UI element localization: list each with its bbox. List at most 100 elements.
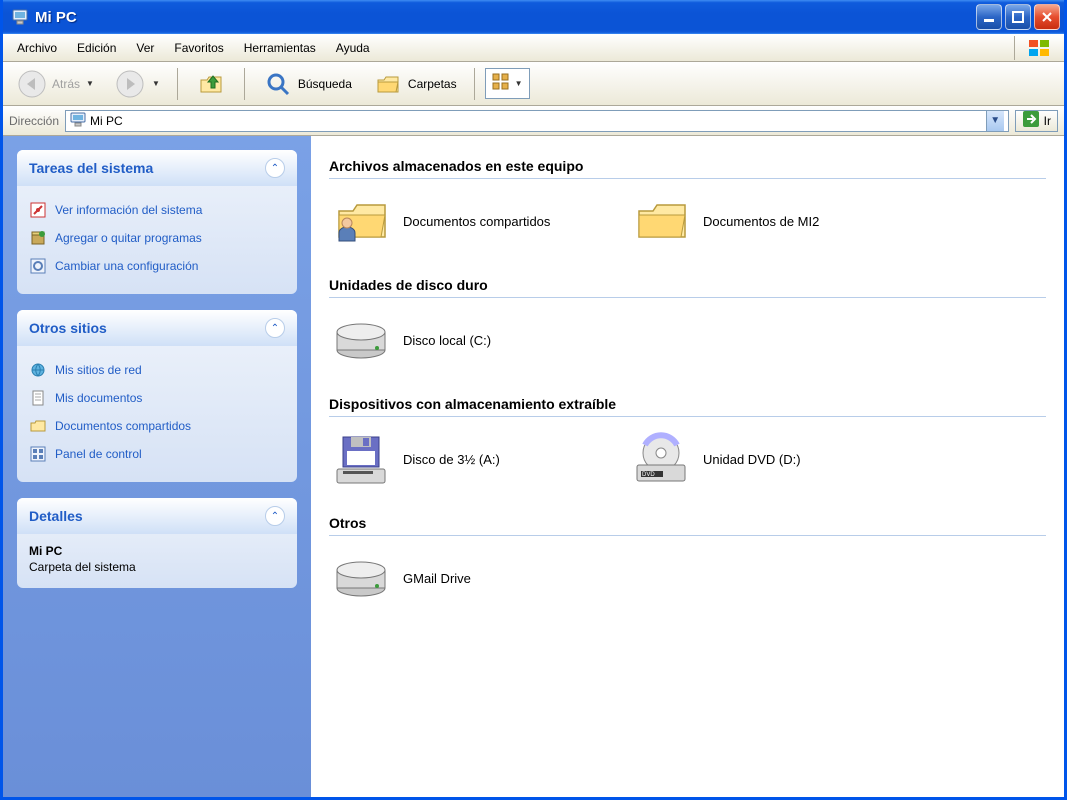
toolbar: Atrás ▼ ▼ Búsqueda Carpetas — [3, 62, 1064, 106]
search-label: Búsqueda — [298, 77, 352, 91]
task-label: Mis documentos — [55, 391, 142, 405]
menu-edicion[interactable]: Edición — [67, 37, 126, 59]
task-pane: Tareas del sistema ⌃ Ver información del… — [3, 136, 311, 797]
menubar: Archivo Edición Ver Favoritos Herramient… — [3, 34, 1064, 62]
task-label: Ver información del sistema — [55, 203, 202, 217]
panel-other-places: Otros sitios ⌃ Mis sitios de red Mis doc… — [17, 310, 297, 482]
menu-archivo[interactable]: Archivo — [7, 37, 67, 59]
task-control-panel[interactable]: Panel de control — [29, 440, 285, 468]
dvd-icon: DVD — [633, 431, 689, 487]
task-system-info[interactable]: Ver información del sistema — [29, 196, 285, 224]
explorer-window: Mi PC Archivo Edición Ver Favoritos Herr… — [0, 0, 1067, 800]
collapse-icon[interactable]: ⌃ — [265, 158, 285, 178]
item-local-disk-c[interactable]: Disco local (C:) — [329, 306, 629, 374]
go-label: Ir — [1044, 114, 1051, 128]
titlebar[interactable]: Mi PC — [3, 0, 1064, 34]
details-name: Mi PC — [29, 544, 285, 558]
views-icon — [492, 73, 510, 94]
toolbar-separator — [474, 68, 475, 100]
window-title: Mi PC — [35, 9, 976, 26]
forward-arrow-icon — [114, 68, 146, 100]
task-label: Cambiar una configuración — [55, 259, 198, 273]
shared-folder-icon — [333, 193, 389, 249]
mypc-icon — [70, 111, 86, 130]
toolbar-separator — [177, 68, 178, 100]
hdd-icon — [333, 550, 389, 606]
panel-header[interactable]: Otros sitios ⌃ — [17, 310, 297, 346]
chevron-down-icon: ▼ — [152, 79, 160, 88]
menu-ayuda[interactable]: Ayuda — [326, 37, 380, 59]
address-value: Mi PC — [90, 114, 982, 128]
details-type: Carpeta del sistema — [29, 560, 285, 574]
panel-title: Detalles — [29, 508, 83, 524]
item-floppy-a[interactable]: Disco de 3½ (A:) — [329, 425, 629, 493]
back-arrow-icon — [16, 68, 48, 100]
box-icon — [29, 229, 47, 247]
panel-details: Detalles ⌃ Mi PC Carpeta del sistema — [17, 498, 297, 588]
address-dropdown[interactable]: ▼ — [986, 111, 1004, 131]
up-button[interactable] — [188, 64, 234, 104]
minimize-button[interactable] — [976, 4, 1002, 30]
panel-title: Tareas del sistema — [29, 160, 153, 176]
go-button[interactable]: Ir — [1015, 110, 1058, 132]
item-gmail-drive[interactable]: GMail Drive — [329, 544, 629, 612]
folders-icon — [372, 68, 404, 100]
item-label: Documentos compartidos — [403, 214, 550, 229]
info-icon — [29, 201, 47, 219]
menu-herramientas[interactable]: Herramientas — [234, 37, 326, 59]
search-icon — [262, 68, 294, 100]
doc-icon — [29, 389, 47, 407]
go-arrow-icon — [1022, 110, 1040, 131]
item-label: Documentos de MI2 — [703, 214, 819, 229]
panel-icon — [29, 445, 47, 463]
views-button[interactable]: ▼ — [485, 68, 530, 99]
back-label: Atrás — [52, 77, 80, 91]
task-label: Agregar o quitar programas — [55, 231, 202, 245]
task-my-documents[interactable]: Mis documentos — [29, 384, 285, 412]
task-change-setting[interactable]: Cambiar una configuración — [29, 252, 285, 280]
collapse-icon[interactable]: ⌃ — [265, 318, 285, 338]
panel-header[interactable]: Tareas del sistema ⌃ — [17, 150, 297, 186]
group-header: Dispositivos con almacenamiento extraíbl… — [329, 390, 1046, 417]
folders-label: Carpetas — [408, 77, 457, 91]
content-area: Archivos almacenados en este equipo Docu… — [311, 136, 1064, 797]
address-field[interactable]: Mi PC ▼ — [65, 110, 1009, 132]
forward-button[interactable]: ▼ — [107, 64, 167, 104]
group-header: Otros — [329, 509, 1046, 536]
hdd-icon — [333, 312, 389, 368]
maximize-button[interactable] — [1005, 4, 1031, 30]
gear-icon — [29, 257, 47, 275]
menu-ver[interactable]: Ver — [126, 37, 164, 59]
task-label: Mis sitios de red — [55, 363, 142, 377]
item-label: Disco local (C:) — [403, 333, 491, 348]
task-add-remove-programs[interactable]: Agregar o quitar programas — [29, 224, 285, 252]
panel-header[interactable]: Detalles ⌃ — [17, 498, 297, 534]
item-label: GMail Drive — [403, 571, 471, 586]
task-label: Panel de control — [55, 447, 142, 461]
toolbar-separator — [244, 68, 245, 100]
menu-favoritos[interactable]: Favoritos — [164, 37, 233, 59]
task-label: Documentos compartidos — [55, 419, 191, 433]
mypc-icon — [11, 8, 29, 26]
item-label: Disco de 3½ (A:) — [403, 452, 500, 467]
item-shared-documents[interactable]: Documentos compartidos — [329, 187, 629, 255]
item-dvd-d[interactable]: DVD Unidad DVD (D:) — [629, 425, 929, 493]
chevron-down-icon: ▼ — [86, 79, 94, 88]
panel-title: Otros sitios — [29, 320, 107, 336]
windows-flag-icon[interactable] — [1014, 36, 1062, 60]
task-shared-documents[interactable]: Documentos compartidos — [29, 412, 285, 440]
network-icon — [29, 361, 47, 379]
addressbar: Dirección Mi PC ▼ Ir — [3, 106, 1064, 136]
task-network-places[interactable]: Mis sitios de red — [29, 356, 285, 384]
close-button[interactable] — [1034, 4, 1060, 30]
folders-button[interactable]: Carpetas — [365, 64, 464, 104]
folder-icon — [29, 417, 47, 435]
search-button[interactable]: Búsqueda — [255, 64, 359, 104]
group-header: Archivos almacenados en este equipo — [329, 152, 1046, 179]
back-button[interactable]: Atrás ▼ — [9, 64, 101, 104]
item-user-documents[interactable]: Documentos de MI2 — [629, 187, 929, 255]
collapse-icon[interactable]: ⌃ — [265, 506, 285, 526]
svg-text:DVD: DVD — [642, 472, 655, 478]
panel-system-tasks: Tareas del sistema ⌃ Ver información del… — [17, 150, 297, 294]
chevron-down-icon: ▼ — [515, 79, 523, 88]
